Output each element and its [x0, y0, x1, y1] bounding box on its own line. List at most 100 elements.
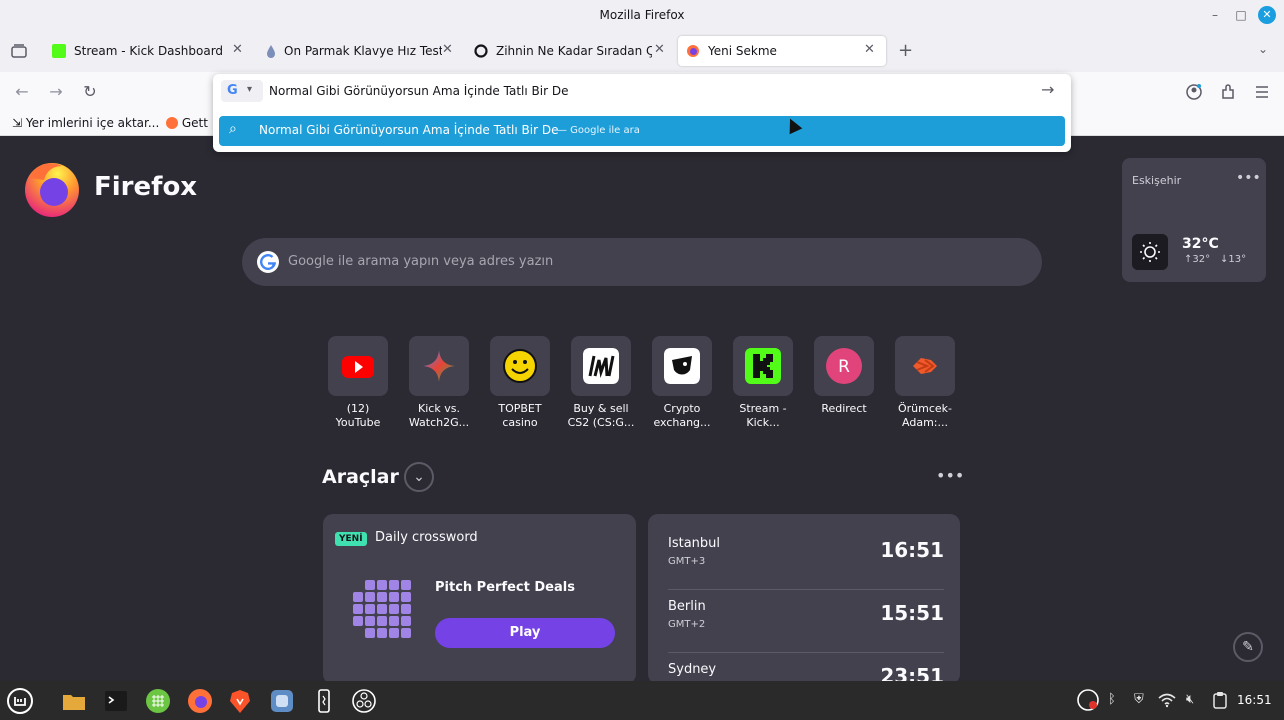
search-engine-selector[interactable]: G ▾ — [221, 80, 263, 102]
minimize-button[interactable]: – — [1206, 6, 1224, 24]
wifi-icon[interactable] — [1158, 692, 1176, 708]
shortcut-label: Redirect — [821, 402, 867, 415]
chevron-down-icon[interactable]: ⌄ — [1258, 42, 1268, 56]
forward-icon[interactable]: → — [46, 82, 66, 102]
new-tab-button[interactable]: + — [898, 40, 913, 61]
go-arrow-icon[interactable]: → — [1041, 80, 1054, 99]
tab-list-icon[interactable] — [10, 42, 28, 60]
shortcut-tile[interactable]: R — [814, 336, 874, 396]
shortcut-tile[interactable] — [490, 336, 550, 396]
newtab-search-bar[interactable]: Google ile arama yapın veya adres yazın — [242, 238, 1042, 286]
shortcut-tile[interactable] — [895, 336, 955, 396]
firefox-logo-icon — [25, 163, 79, 217]
tab-kick-dashboard[interactable]: Stream - Kick Dashboard ✕ — [44, 36, 252, 66]
tab-close-icon[interactable]: ✕ — [864, 42, 875, 57]
weather-high: ↑32° — [1184, 254, 1211, 265]
obs-icon[interactable] — [350, 687, 378, 715]
search-icon: ⌕ — [229, 121, 237, 137]
chevron-down-icon: ▾ — [247, 84, 253, 95]
search-placeholder: Google ile arama yapın veya adres yazın — [288, 254, 554, 269]
folder-icon[interactable] — [60, 687, 88, 715]
crossword-card[interactable]: YENİ Daily crossword Pitch Perfect Deals… — [323, 514, 636, 684]
maximize-button[interactable]: □ — [1232, 6, 1250, 24]
shortcut-tile[interactable] — [733, 336, 793, 396]
firefox-icon[interactable] — [186, 687, 214, 715]
clock-row: Istanbul GMT+3 16:51 — [668, 528, 944, 590]
taskbar: ᛒ ⛨ 🔇︎ 16:51 — [0, 681, 1284, 720]
kick-icon — [52, 44, 66, 58]
firefox-icon — [687, 45, 699, 57]
spider-icon — [913, 358, 937, 374]
window-titlebar: Mozilla Firefox – □ ✕ — [0, 0, 1284, 30]
shortcut-label: Örümcek- Adam:... — [897, 402, 953, 429]
shortcut-label: TOPBET casino — [498, 402, 542, 429]
clock-timezone: GMT+2 — [668, 619, 706, 630]
shortcut-label: Buy & sell CS2 (CS:G... — [567, 402, 635, 429]
world-clock-card: Istanbul GMT+3 16:51 Berlin GMT+2 15:51 … — [648, 514, 960, 684]
brave-icon[interactable] — [226, 687, 254, 715]
tab-zihnin[interactable]: Zihnin Ne Kadar Sıradan Çalı ✕ — [466, 36, 674, 66]
droplet-icon — [267, 45, 275, 58]
tab-close-icon[interactable]: ✕ — [232, 42, 243, 57]
shield-icon[interactable]: ⛨ — [1134, 692, 1144, 707]
terminal-icon[interactable] — [102, 687, 130, 715]
obs-recording-icon[interactable] — [1076, 688, 1100, 712]
tab-strip: Stream - Kick Dashboard ✕ On Parmak Klav… — [0, 30, 1284, 72]
bluetooth-icon[interactable]: ᛒ — [1108, 692, 1116, 707]
account-icon[interactable] — [1184, 82, 1204, 102]
sun-icon — [1132, 234, 1168, 270]
play-button[interactable]: Play — [435, 618, 615, 648]
window-app-icon[interactable] — [268, 687, 296, 715]
back-icon[interactable]: ← — [12, 82, 32, 102]
taskbar-clock[interactable]: 16:51 — [1237, 693, 1272, 707]
shortcut-tile[interactable] — [409, 336, 469, 396]
phone-app-icon[interactable] — [310, 687, 338, 715]
clock-time: 16:51 — [880, 538, 944, 562]
letter-r-icon: R — [826, 348, 862, 384]
tab-klavye-testi[interactable]: On Parmak Klavye Hız Testi | ✕ — [256, 36, 462, 66]
menu-icon[interactable] — [1252, 82, 1272, 102]
clock-row: Berlin GMT+2 15:51 — [668, 591, 944, 653]
more-options-icon[interactable]: ••• — [1236, 170, 1261, 186]
tab-yeni-sekme[interactable]: Yeni Sekme ✕ — [678, 36, 886, 66]
clock-time: 15:51 — [880, 601, 944, 625]
clock-row: Sydney 23:51 — [668, 654, 944, 684]
shortcut-tile[interactable] — [652, 336, 712, 396]
new-badge: YENİ — [335, 532, 367, 546]
shortcut-tile[interactable] — [571, 336, 631, 396]
crossword-title: Daily crossword — [375, 530, 478, 545]
clock-city: Sydney — [668, 662, 717, 677]
suggestion-text: Normal Gibi Görünüyorsun Ama İçinde Tatl… — [259, 123, 559, 137]
more-options-icon[interactable]: ••• — [936, 466, 964, 485]
firefox-wordmark: Firefox — [94, 172, 198, 202]
app-grid-icon[interactable] — [144, 687, 172, 715]
chat-icon — [474, 44, 488, 58]
google-icon — [257, 251, 279, 273]
import-icon: ⇲ — [12, 116, 23, 130]
weather-widget[interactable]: Eskişehir ••• 32°C ↑32° ↓13° — [1122, 158, 1266, 282]
clock-city: Berlin — [668, 599, 706, 614]
close-window-button[interactable]: ✕ — [1258, 6, 1276, 24]
shortcut-tile[interactable] — [328, 336, 388, 396]
reload-icon[interactable]: ↻ — [80, 82, 100, 102]
youtube-icon — [342, 356, 374, 378]
extensions-icon[interactable] — [1218, 82, 1238, 102]
tab-close-icon[interactable]: ✕ — [654, 42, 665, 57]
bookmark-import[interactable]: ⇲ Yer imlerini içe aktar... — [12, 116, 159, 130]
mint-menu-icon[interactable] — [6, 687, 34, 715]
collapse-toggle-icon[interactable]: ⌄ — [404, 462, 434, 492]
bookmark-item[interactable]: Gett — [166, 116, 208, 130]
url-suggestion-row[interactable]: ⌕ Normal Gibi Görünüyorsun Ama İçinde Ta… — [219, 116, 1065, 146]
pencil-icon[interactable]: ✎ — [1233, 632, 1263, 662]
weather-low: ↓13° — [1220, 254, 1247, 265]
tab-close-icon[interactable]: ✕ — [442, 42, 453, 57]
clock-timezone: GMT+3 — [668, 556, 706, 567]
clipboard-icon[interactable] — [1212, 691, 1228, 709]
volume-muted-icon[interactable]: 🔇︎ — [1186, 692, 1194, 707]
clock-city: Istanbul — [668, 536, 721, 551]
bookmark-label: Gett — [181, 116, 208, 130]
shortcut-label: Kick vs. Watch2G... — [408, 402, 470, 429]
url-input[interactable] — [269, 80, 1029, 102]
crossword-deal-title: Pitch Perfect Deals — [435, 580, 575, 595]
tab-label: Zihnin Ne Kadar Sıradan Çalı — [496, 44, 652, 58]
